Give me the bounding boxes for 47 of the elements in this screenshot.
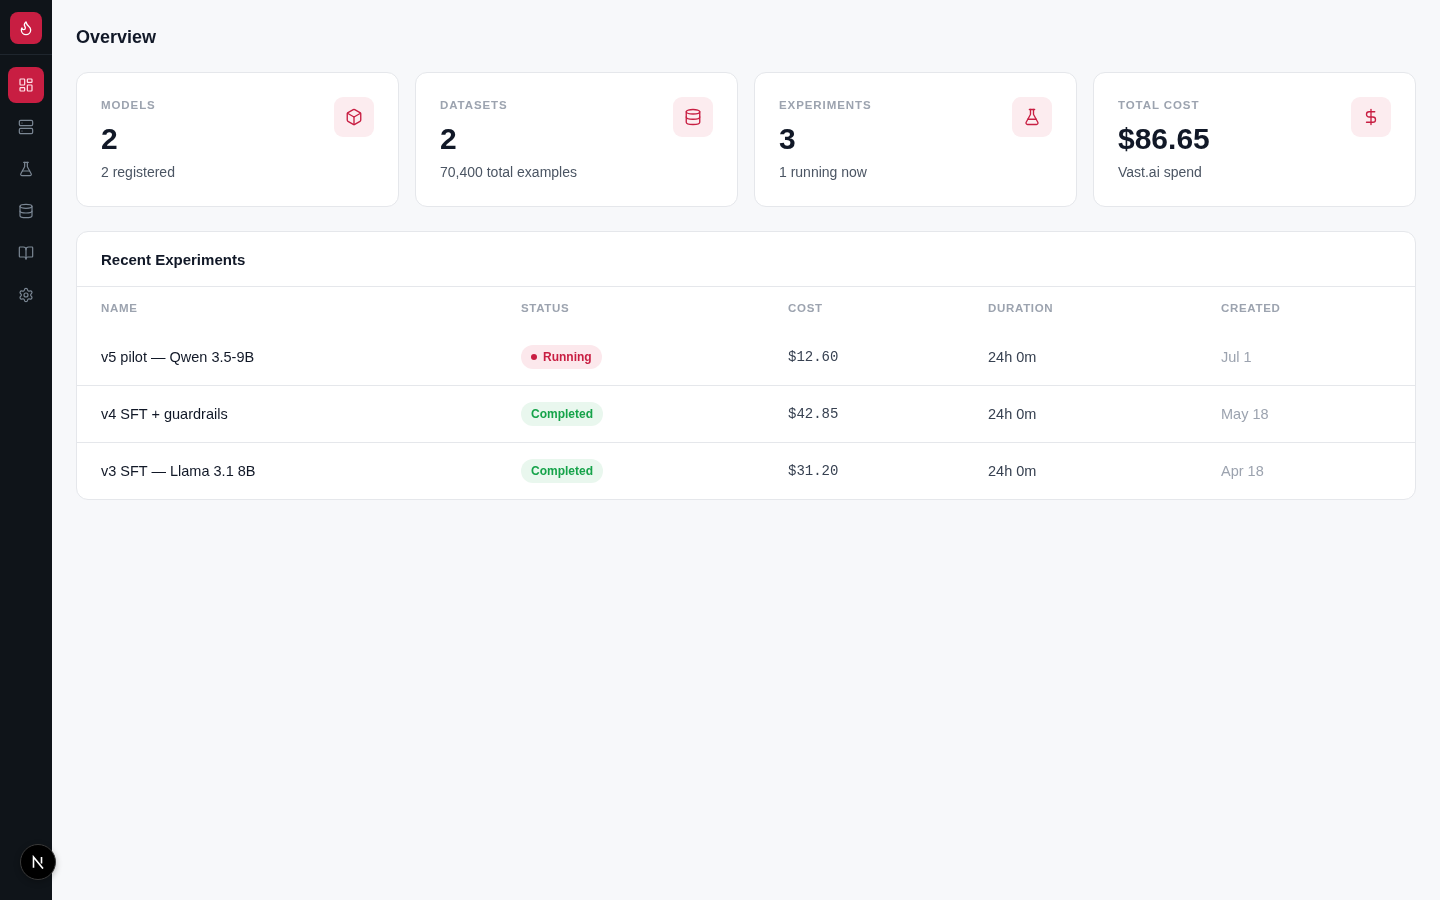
duration-text: 24h 0m (988, 463, 1037, 479)
database-icon (18, 203, 34, 219)
stat-caption: 70,400 total examples (440, 163, 577, 182)
stat-caption: 1 running now (779, 163, 867, 182)
book-icon (18, 245, 34, 261)
cost-text: $12.60 (788, 349, 839, 365)
stat-label: TOTAL COST (1118, 98, 1200, 113)
cube-icon (334, 97, 374, 137)
cost-text: $42.85 (788, 406, 839, 422)
panel-title: Recent Experiments (101, 250, 246, 268)
status-label: Running (543, 350, 592, 364)
cost-text: $31.20 (788, 463, 839, 479)
created-date: Jul 1 (1221, 349, 1252, 365)
status-label: Completed (531, 407, 593, 421)
page-title: Overview (76, 26, 157, 48)
experiment-name: v4 SFT + guardrails (101, 406, 228, 422)
experiment-name: v3 SFT — Llama 3.1 8B (101, 463, 256, 479)
dashboard-icon (18, 77, 34, 93)
status-label: Completed (531, 464, 593, 478)
stat-caption: 2 registered (101, 163, 175, 182)
duration-text: 24h 0m (988, 406, 1037, 422)
duration-text: 24h 0m (988, 349, 1037, 365)
column-header: NAME (101, 302, 138, 314)
server-icon (18, 119, 34, 135)
stat-value: 2 (440, 121, 457, 157)
nav-button[interactable] (8, 67, 44, 103)
stat-value: $86.65 (1118, 121, 1210, 157)
stat-value: 2 (101, 121, 118, 157)
stat-value: 3 (779, 121, 796, 157)
stat-label: MODELS (101, 98, 156, 113)
experiment-name: v5 pilot — Qwen 3.5-9B (101, 349, 255, 365)
column-header: COST (788, 302, 823, 314)
settings-icon (18, 287, 34, 303)
dollar-icon (1351, 97, 1391, 137)
created-date: May 18 (1221, 406, 1269, 422)
created-date: Apr 18 (1221, 463, 1264, 479)
column-header: STATUS (521, 302, 570, 314)
flame-logo-icon (10, 12, 42, 44)
flask-icon (1012, 97, 1052, 137)
column-header: CREATED (1221, 302, 1281, 314)
stat-label: EXPERIMENTS (779, 98, 872, 113)
flask-icon (18, 161, 34, 177)
column-header: DURATION (988, 302, 1054, 314)
stat-caption: Vast.ai spend (1118, 163, 1202, 182)
database-icon (673, 97, 713, 137)
stat-label: DATASETS (440, 98, 508, 113)
status-dot-icon (531, 354, 537, 360)
